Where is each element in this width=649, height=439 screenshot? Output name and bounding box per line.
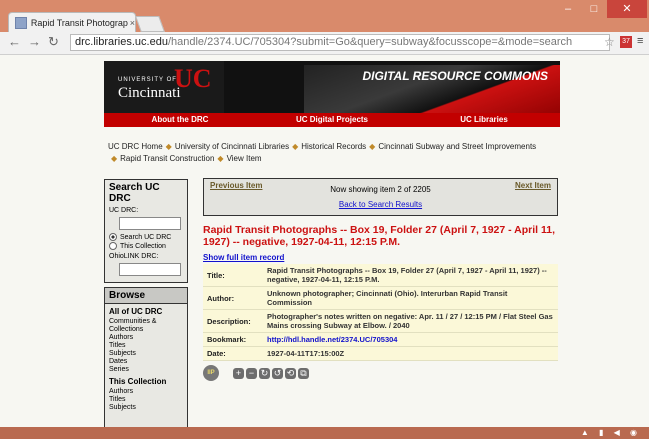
crumb-view-item: View Item: [226, 154, 262, 163]
taskbar: ▲ ▮ ◀ ◉: [0, 427, 649, 439]
ohiolink-label: OhioLINK DRC:: [109, 253, 159, 260]
field-key: Bookmark:: [203, 332, 263, 347]
tab-close-icon[interactable]: ×: [130, 18, 135, 28]
banner-nav: About the DRC UC Digital Projects UC Lib…: [104, 113, 560, 127]
radio-this-collection[interactable]: This Collection: [109, 242, 183, 250]
site-title: DIGITAL RESOURCE COMMONS: [362, 69, 548, 83]
coll-subjects[interactable]: Subjects: [105, 404, 187, 412]
reset-icon[interactable]: ⟲: [285, 367, 296, 379]
browse-dates[interactable]: Dates: [105, 358, 187, 366]
metadata-table: Title: Rapid Transit Photographs -- Box 1…: [203, 264, 558, 361]
table-row: Bookmark: http://hdl.handle.net/2374.UC/7…: [203, 332, 558, 347]
table-row: Author: Unknown photographer; Cincinnati …: [203, 286, 558, 310]
window-titlebar: Rapid Transit Photograph × ‒ □ ✕: [0, 0, 649, 32]
back-arrow-icon[interactable]: ←: [8, 34, 21, 49]
browse-authors[interactable]: Authors: [105, 334, 187, 342]
browse-box: Browse All of UC DRC Communities & Colle…: [104, 287, 188, 435]
rotate-left-icon[interactable]: ↺: [272, 367, 283, 379]
uc-drc-label: UC DRC:: [109, 207, 139, 214]
browse-series[interactable]: Series: [105, 366, 187, 374]
forward-arrow-icon[interactable]: →: [28, 34, 41, 49]
uc-logo[interactable]: UC: [174, 64, 212, 94]
field-key: Date:: [203, 346, 263, 361]
nav-projects[interactable]: UC Digital Projects: [256, 113, 408, 127]
page-favicon-icon: [15, 16, 27, 29]
radio-search-all[interactable]: Search UC DRC: [109, 233, 183, 241]
field-value: Unknown photographer; Cincinnati (Ohio).…: [263, 286, 558, 310]
field-value: 1927-04-11T17:15:00Z: [263, 346, 558, 361]
crumb-subway[interactable]: Cincinnati Subway and Street Improvement…: [378, 142, 536, 151]
browser-toolbar: ← → ↻ drc.libraries.uc.edu/handle/2374.U…: [0, 32, 649, 55]
browse-titles[interactable]: Titles: [105, 342, 187, 350]
new-tab-button[interactable]: [135, 16, 165, 32]
browse-communities[interactable]: Communities &: [105, 318, 187, 326]
search-box: Search UC DRC UC DRC: Search UC DRC This…: [104, 179, 188, 283]
ohiolink-search-input[interactable]: [119, 263, 181, 276]
sidebar: Search UC DRC UC DRC: Search UC DRC This…: [104, 179, 188, 435]
nav-about[interactable]: About the DRC: [104, 113, 256, 127]
iip-logo: IIP: [203, 365, 219, 381]
system-tray-icons[interactable]: ▲ ▮ ◀ ◉: [581, 427, 641, 439]
radio-this-collection-label: This Collection: [120, 242, 166, 250]
field-key: Author:: [203, 286, 263, 310]
site-banner: UNIVERSITY OF Cincinnati UC DIGITAL RESO…: [104, 61, 560, 127]
all-heading: All of UC DRC: [109, 307, 163, 316]
field-key: Description:: [203, 309, 263, 333]
crumb-historical[interactable]: Historical Records: [301, 142, 366, 151]
browse-subjects[interactable]: Subjects: [105, 350, 187, 358]
collection-heading: This Collection: [109, 377, 167, 386]
zoom-in-icon[interactable]: +: [233, 367, 244, 379]
university-name: Cincinnati: [118, 85, 181, 101]
uc-drc-search-input[interactable]: [119, 217, 181, 230]
table-row: Description: Photographer's notes written…: [203, 309, 558, 333]
browse-title: Browse: [105, 288, 187, 304]
field-value: Photographer's notes written on negative…: [263, 309, 558, 333]
bookmark-star-icon[interactable]: ☆: [604, 35, 615, 49]
coll-titles[interactable]: Titles: [105, 396, 187, 404]
reload-icon[interactable]: ↻: [48, 34, 59, 50]
back-to-results-link[interactable]: Back to Search Results: [204, 200, 557, 209]
minimize-button[interactable]: ‒: [555, 0, 581, 18]
maximize-button[interactable]: □: [581, 0, 607, 18]
tab-title: Rapid Transit Photograph: [30, 17, 128, 28]
radio-unselected-icon[interactable]: [109, 242, 117, 250]
table-row: Title: Rapid Transit Photographs -- Box 1…: [203, 264, 558, 287]
next-item-link[interactable]: Next Item: [515, 181, 551, 190]
field-value: Rapid Transit Photographs -- Box 19, Fol…: [263, 264, 558, 287]
rotate-right-icon[interactable]: ↻: [259, 367, 270, 379]
nav-libraries[interactable]: UC Libraries: [408, 113, 560, 127]
radio-search-all-label: Search UC DRC: [120, 233, 172, 241]
crumb-home[interactable]: UC DRC Home: [108, 142, 163, 151]
table-row: Date: 1927-04-11T17:15:00Z: [203, 346, 558, 361]
browser-tab[interactable]: Rapid Transit Photograph ×: [8, 12, 136, 32]
crumb-libraries[interactable]: University of Cincinnati Libraries: [175, 142, 289, 151]
breadcrumb: UC DRC Home ◆ University of Cincinnati Lib…: [108, 142, 537, 163]
field-key: Title:: [203, 264, 263, 287]
fullscreen-icon[interactable]: ⧉: [298, 367, 309, 379]
showing-count: Now showing item 2 of 2205: [330, 185, 431, 194]
zoom-out-icon[interactable]: −: [246, 367, 257, 379]
address-bar[interactable]: drc.libraries.uc.edu/handle/2374.UC/7053…: [70, 34, 610, 51]
menu-icon[interactable]: ≡: [637, 35, 643, 47]
image-viewer-controls: IIP + − ↻ ↺ ⟲ ⧉: [203, 365, 558, 381]
page-content: UNIVERSITY OF Cincinnati UC DIGITAL RESO…: [0, 55, 649, 435]
bookmark-link[interactable]: http://hdl.handle.net/2374.UC/705304: [267, 335, 397, 344]
radio-selected-icon[interactable]: [109, 233, 117, 241]
search-title: Search UC DRC: [109, 182, 160, 204]
university-of-text: UNIVERSITY OF: [118, 77, 177, 83]
url-host: drc.libraries.uc.edu: [75, 36, 168, 48]
main-content: Previous Item Now showing item 2 of 2205…: [203, 178, 558, 381]
item-title: Rapid Transit Photographs -- Box 19, Fol…: [203, 224, 556, 248]
result-pager: Previous Item Now showing item 2 of 2205…: [203, 178, 558, 216]
full-record-link[interactable]: Show full item record: [203, 253, 558, 262]
browse-collections[interactable]: Collections: [105, 326, 187, 334]
extension-icon[interactable]: 37: [620, 36, 632, 48]
crumb-construction[interactable]: Rapid Transit Construction: [120, 154, 214, 163]
url-path: /handle/2374.UC/705304?submit=Go&query=s…: [167, 36, 573, 48]
close-window-button[interactable]: ✕: [607, 0, 647, 18]
coll-authors[interactable]: Authors: [105, 388, 187, 396]
